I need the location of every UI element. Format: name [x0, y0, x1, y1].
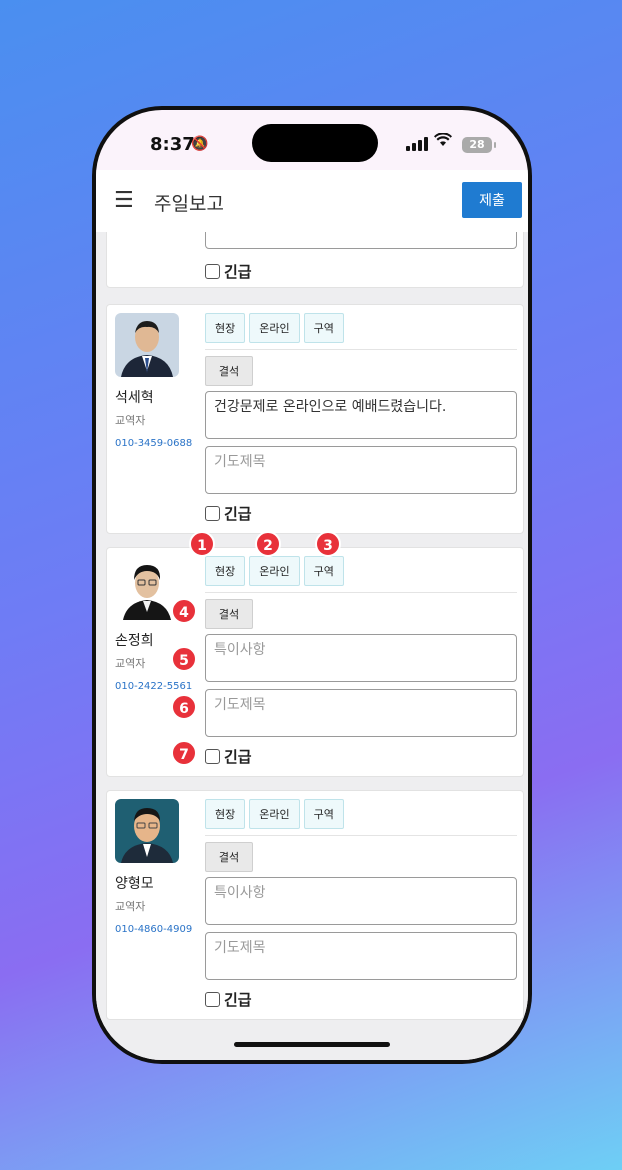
checkbox-icon[interactable]	[205, 264, 220, 279]
member-name: 석세혁	[115, 390, 154, 406]
notes-field[interactable]: 특이사항	[205, 634, 517, 682]
prayer-placeholder: 기도제목	[214, 940, 266, 956]
member-phone-link[interactable]: 010-2422-5561	[115, 681, 192, 692]
phone-frame: 8:37 🔕 28 ☰ 주일보고 제출 긴급 석세혁 교역자 010-3459-…	[92, 106, 532, 1064]
silent-bell-icon: 🔕	[191, 136, 209, 152]
annotation-marker-5: 5	[171, 646, 197, 672]
member-card-partial: 긴급	[106, 232, 524, 288]
dynamic-island	[252, 124, 378, 162]
divider	[205, 592, 517, 593]
prayer-placeholder: 기도제목	[214, 697, 266, 713]
member-role: 교역자	[115, 900, 146, 913]
annotation-marker-1: 1	[189, 531, 215, 557]
notes-placeholder: 특이사항	[214, 642, 266, 658]
notes-text: 건강문제로 온라인으로 예배드렸습니다.	[214, 399, 447, 415]
district-button[interactable]: 구역	[303, 799, 344, 829]
cellular-signal-icon	[406, 137, 428, 151]
notes-placeholder: 특이사항	[214, 885, 266, 901]
page-title: 주일보고	[154, 193, 224, 215]
attendance-options: 현장 온라인 구역	[205, 313, 344, 343]
notes-field[interactable]: 건강문제로 온라인으로 예배드렸습니다.	[205, 391, 517, 439]
home-indicator[interactable]	[234, 1042, 390, 1047]
member-card: 석세혁 교역자 010-3459-0688 현장 온라인 구역 결석 건강문제로…	[106, 304, 524, 534]
urgent-checkbox[interactable]: 긴급	[205, 989, 252, 1010]
prayer-field[interactable]	[205, 232, 517, 249]
report-list[interactable]: 긴급 석세혁 교역자 010-3459-0688 현장 온라인 구역 결석 건강…	[96, 232, 528, 1060]
urgent-label: 긴급	[224, 263, 252, 281]
avatar	[115, 313, 179, 377]
onsite-button[interactable]: 현장	[205, 313, 246, 343]
urgent-label: 긴급	[224, 505, 252, 523]
member-card: 손정희 교역자 010-2422-5561 현장 온라인 구역 결석 특이사항 …	[106, 531, 524, 777]
notes-field[interactable]: 특이사항	[205, 877, 517, 925]
annotation-marker-4: 4	[171, 598, 197, 624]
status-time: 8:37	[150, 134, 195, 155]
online-button[interactable]: 온라인	[249, 313, 300, 343]
checkbox-icon[interactable]	[205, 992, 220, 1007]
divider	[205, 835, 517, 836]
prayer-placeholder: 기도제목	[214, 454, 266, 470]
annotation-marker-3: 3	[315, 531, 341, 557]
urgent-checkbox[interactable]: 긴급	[205, 503, 252, 524]
member-name: 양형모	[115, 876, 154, 892]
member-phone-link[interactable]: 010-4860-4909	[115, 924, 192, 935]
annotation-marker-6: 6	[171, 694, 197, 720]
member-card: 양형모 교역자 010-4860-4909 현장 온라인 구역 결석 특이사항 …	[106, 790, 524, 1020]
online-button[interactable]: 온라인	[249, 556, 300, 586]
member-role: 교역자	[115, 657, 146, 670]
attendance-options: 현장 온라인 구역	[205, 556, 344, 586]
hamburger-menu-icon[interactable]: ☰	[114, 188, 134, 213]
checkbox-icon[interactable]	[205, 506, 220, 521]
urgent-label: 긴급	[224, 991, 252, 1009]
wifi-icon	[434, 132, 452, 152]
annotation-marker-2: 2	[255, 531, 281, 557]
urgent-label: 긴급	[224, 748, 252, 766]
onsite-button[interactable]: 현장	[205, 556, 246, 586]
district-button[interactable]: 구역	[303, 556, 344, 586]
checkbox-icon[interactable]	[205, 749, 220, 764]
divider	[205, 349, 517, 350]
member-role: 교역자	[115, 414, 146, 427]
absent-button[interactable]: 결석	[205, 599, 253, 629]
prayer-field[interactable]: 기도제목	[205, 932, 517, 980]
online-button[interactable]: 온라인	[249, 799, 300, 829]
status-bar: 8:37 🔕 28	[96, 110, 528, 170]
screen: 8:37 🔕 28 ☰ 주일보고 제출 긴급 석세혁 교역자 010-3459-…	[96, 110, 528, 1060]
prayer-field[interactable]: 기도제목	[205, 689, 517, 737]
urgent-checkbox[interactable]: 긴급	[205, 261, 252, 282]
member-phone-link[interactable]: 010-3459-0688	[115, 438, 192, 449]
prayer-field[interactable]: 기도제목	[205, 446, 517, 494]
urgent-checkbox[interactable]: 긴급	[205, 746, 252, 767]
app-bar: ☰ 주일보고 제출	[96, 170, 528, 232]
submit-button[interactable]: 제출	[462, 182, 522, 218]
avatar	[115, 799, 179, 863]
avatar	[115, 556, 179, 620]
onsite-button[interactable]: 현장	[205, 799, 246, 829]
battery-icon: 28	[462, 137, 496, 153]
attendance-options: 현장 온라인 구역	[205, 799, 344, 829]
district-button[interactable]: 구역	[303, 313, 344, 343]
absent-button[interactable]: 결석	[205, 842, 253, 872]
member-name: 손정희	[115, 633, 154, 649]
absent-button[interactable]: 결석	[205, 356, 253, 386]
annotation-marker-7: 7	[171, 740, 197, 766]
